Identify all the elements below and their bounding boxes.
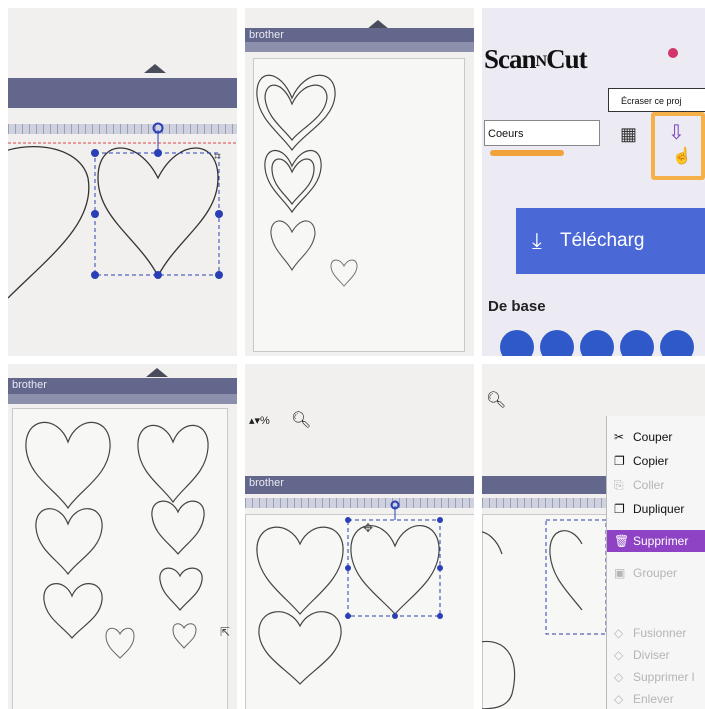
menu-item-merge[interactable]: ◇ Fusionner [607,622,705,644]
shape-heart[interactable] [540,330,574,356]
lock-icon: ⌗ [214,149,221,163]
menu-label: Couper [633,430,673,444]
panel-2-stacked-hearts: brother [245,8,474,356]
trash-icon: 🗑︎ [614,534,630,548]
resize-handle [154,149,162,157]
menu-label: Supprimer [633,534,689,548]
canvas-drawing: ✥ [256,500,443,685]
resize-handle [437,565,443,571]
panel-6-context-menu: 🔍︎ ✂ Couper ❐ Copier ⎘ Coller ❐ Dupliquer 🗑︎… [482,364,705,709]
heart-outline [258,611,342,685]
remove-icon: ◇ [614,670,624,684]
paste-icon: ⎘ [614,478,624,492]
shape-heart[interactable] [620,330,654,356]
hand-cursor-icon: ☝ [672,148,692,165]
menu-label: Diviser [633,648,670,662]
heart-outline-small [330,259,358,287]
shape-heart[interactable] [580,330,614,356]
heart-outline [35,508,103,576]
heart-outline [25,421,111,510]
menu-label: Coller [633,478,665,492]
selection-box [94,152,220,276]
user-icon[interactable] [668,48,678,58]
heart-outline [159,567,203,611]
heart-outline-selected [97,147,219,278]
canvas-drawing: ⌗ [8,122,237,299]
menu-item-copy[interactable]: ❐ Copier [607,450,705,472]
project-name-input[interactable]: Coeurs [484,120,600,146]
cursor-icon: ⇱ [220,625,230,639]
download-button[interactable]: ⤓ Télécharg [516,208,705,274]
group-icon: ▣ [614,566,626,580]
resize-handle [215,271,223,279]
scanncut-logo: ScanNCut [484,44,588,74]
menu-item-remove[interactable]: ◇ Supprimer l [607,666,705,688]
resize-handle [437,613,443,619]
menu-label: Enlever [633,692,674,706]
resize-handle [345,565,351,571]
resize-handle [345,613,351,619]
menu-item-cut[interactable]: ✂ Couper [607,426,705,448]
download-icon: ⤓ [532,228,542,253]
heart-outline [137,424,209,504]
resize-handle [91,210,99,218]
selection-box [347,519,441,617]
heart-outline-left [8,145,90,299]
menu-item-erase[interactable]: ◇ Enlever [607,688,705,709]
copy-icon: ❐ [614,454,625,468]
menu-label: Dupliquer [633,502,685,516]
panel-4-hearts-layout: brother ⇱ [8,364,237,709]
menu-label: Fusionner [633,626,687,640]
menu-label: Grouper [633,566,678,580]
add-grid-icon[interactable]: ▦ [620,124,637,145]
panel-1-selected-heart: ⌗ [8,8,237,356]
menu-item-duplicate[interactable]: ❐ Dupliquer [607,498,705,520]
erase-icon: ◇ [614,692,624,706]
menu-label: Supprimer l [633,670,695,684]
heart-outline [270,220,316,272]
section-title: De base [488,298,546,315]
panel-3-scanncut-save: ScanNCut Écraser ce proj Coeurs ▦ ⇩ ☝ ⤓ … [482,8,705,356]
heart-outline-partial [549,530,583,611]
download-label: Télécharg [560,230,645,251]
selection-box [545,519,607,635]
heart-outline-partial [482,531,503,555]
menu-label: Copier [633,454,669,468]
resize-handle [437,517,443,523]
heart-outline-small [105,627,135,659]
panel-5-selected-heart: ▴▾% 🔍︎ brother ✥ [245,364,474,709]
heart-outline-selected [350,525,440,615]
canvas-drawing [256,74,358,287]
heart-outline-partial [482,640,516,709]
resize-handle [215,210,223,218]
resize-handle [345,517,351,523]
resize-handle [91,149,99,157]
tooltip: Écraser ce proj [608,88,705,112]
move-icon: ✥ [363,521,373,535]
menu-item-paste[interactable]: ⎘ Coller [607,474,705,496]
highlight-underline [490,150,564,156]
context-menu: ✂ Couper ❐ Copier ⎘ Coller ❐ Dupliquer 🗑︎ Sup… [606,416,705,709]
merge-icon: ◇ [614,626,624,640]
resize-handle [154,271,162,279]
shape-heart[interactable] [660,330,694,356]
heart-outline [271,158,315,206]
heart-outline [43,583,103,639]
menu-item-split[interactable]: ◇ Diviser [607,644,705,666]
heart-outline [264,84,328,141]
heart-outline [151,500,205,555]
menu-item-delete[interactable]: 🗑︎ Supprimer [607,530,705,552]
canvas-drawing: ⇱ [25,421,230,659]
shape-circle[interactable] [500,330,534,356]
scissors-icon: ✂ [614,430,625,444]
split-icon: ◇ [614,648,624,662]
resize-handle [91,271,99,279]
heart-outline [256,526,344,615]
resize-handle [392,613,398,619]
duplicate-icon: ❐ [614,502,625,516]
save-overwrite-button[interactable]: ⇩ [668,120,685,145]
menu-item-group[interactable]: ▣ Grouper [607,562,705,584]
heart-outline-small [172,623,197,649]
